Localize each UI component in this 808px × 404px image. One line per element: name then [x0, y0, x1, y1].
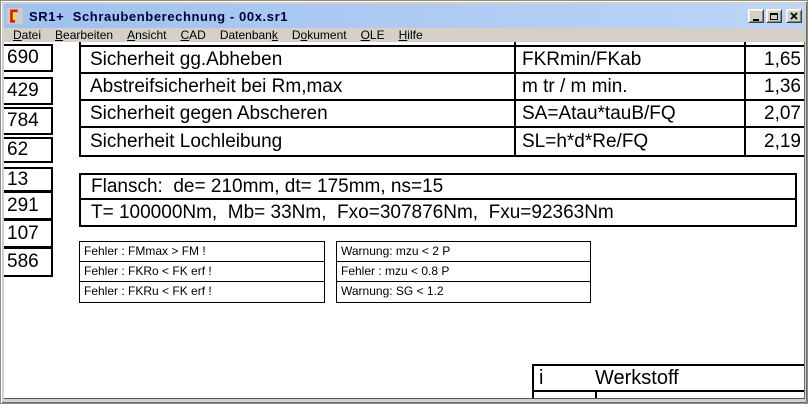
- error-message: Fehler : FKRo < FK erf !: [80, 262, 324, 282]
- left-value-cell: 784: [4, 107, 53, 135]
- maximize-icon: [770, 13, 778, 20]
- menu-item-cad[interactable]: CAD: [173, 28, 212, 42]
- left-value: 13: [7, 169, 28, 191]
- flange-load-line: T= 100000Nm, Mb= 33Nm, Fxo=307876Nm, Fxu…: [81, 200, 795, 225]
- left-value: 62: [7, 139, 28, 161]
- table-row: Sicherheit Lochleibung SL=h*d*Re/FQ 2,19: [81, 128, 805, 155]
- menu-item-datei[interactable]: Datei: [6, 28, 48, 42]
- material-table-header: i Werkstoff: [534, 366, 805, 392]
- left-value: 690: [7, 47, 39, 69]
- left-value-cell: 13: [4, 167, 53, 192]
- safety-results-table: Sicherheit gg.Abheben FKRmin/FKab 1,65 A…: [79, 45, 805, 157]
- error-message: Fehler : FMmax > FM !: [80, 242, 324, 262]
- document-area: 690 429 784 62 13 291 107 586 Sicherheit…: [4, 42, 805, 399]
- flange-info-box: Flansch: de= 210mm, dt= 175mm, ns=15 T= …: [79, 173, 797, 227]
- app-icon: [7, 8, 23, 24]
- warning-message: Warnung: mzu < 2 P: [337, 242, 590, 262]
- result-value: 2,07: [746, 101, 805, 126]
- material-index-cell: [534, 392, 597, 399]
- title-bar: SR1+ Schraubenberechnung - 00x.sr1: [4, 4, 804, 28]
- table-row: Sicherheit gg.Abheben FKRmin/FKab 1,65: [81, 47, 805, 74]
- result-label: Sicherheit gg.Abheben: [81, 47, 516, 72]
- result-value: 1,36: [746, 74, 805, 99]
- menu-item-datenbank[interactable]: Datenbank: [213, 28, 285, 42]
- result-formula: SA=Atau*tauB/FQ: [516, 101, 746, 126]
- left-value: 586: [7, 251, 39, 273]
- left-value: 429: [7, 80, 39, 102]
- close-icon: [790, 12, 798, 20]
- left-value-cell: 107: [4, 219, 53, 248]
- left-value: 291: [7, 195, 39, 217]
- menu-item-bearbeiten[interactable]: Bearbeiten: [48, 28, 120, 42]
- menu-item-dokument[interactable]: Dokument: [285, 28, 354, 42]
- minimize-button[interactable]: [748, 9, 764, 23]
- app-icon-glyph: [8, 9, 22, 23]
- left-value-cell: 690: [4, 44, 53, 72]
- menu-item-ansicht[interactable]: Ansicht: [120, 28, 173, 42]
- menu-item-ole[interactable]: OLE: [354, 28, 392, 42]
- left-value-cell: 586: [4, 247, 53, 277]
- flange-geometry-line: Flansch: de= 210mm, dt= 175mm, ns=15: [81, 175, 795, 200]
- table-row: Abstreifsicherheit bei Rm,max m tr / m m…: [81, 74, 805, 101]
- result-value: 2,19: [746, 128, 805, 155]
- left-value: 107: [7, 223, 39, 245]
- result-value: 1,65: [746, 47, 805, 72]
- result-formula: FKRmin/FKab: [516, 47, 746, 72]
- material-table: i Werkstoff: [532, 364, 805, 399]
- material-index-header: i: [534, 367, 593, 390]
- result-formula: m tr / m min.: [516, 74, 746, 99]
- table-row: Sicherheit gegen Abscheren SA=Atau*tauB/…: [81, 101, 805, 128]
- left-value-cell: 291: [4, 191, 53, 220]
- minimize-icon: [753, 19, 759, 21]
- material-table-partial-row: [534, 392, 805, 399]
- material-name-header: Werkstoff: [593, 367, 679, 390]
- error-message: Fehler : FKRu < FK erf !: [80, 282, 324, 302]
- result-label: Sicherheit Lochleibung: [81, 128, 516, 155]
- close-button[interactable]: [786, 9, 802, 23]
- window-controls: [748, 9, 802, 23]
- app-window: SR1+ Schraubenberechnung - 00x.sr1 Datei…: [0, 0, 808, 404]
- menu-bar: Datei Bearbeiten Ansicht CAD Datenbank D…: [4, 28, 804, 42]
- error-message-box: Fehler : FMmax > FM ! Fehler : FKRo < FK…: [79, 241, 325, 303]
- left-value-cell: 429: [4, 77, 53, 105]
- left-value: 784: [7, 110, 39, 132]
- left-value-cell: 62: [4, 137, 53, 163]
- warning-message-box: Warnung: mzu < 2 P Fehler : mzu < 0.8 P …: [336, 241, 591, 303]
- result-label: Abstreifsicherheit bei Rm,max: [81, 74, 516, 99]
- result-formula: SL=h*d*Re/FQ: [516, 128, 746, 155]
- warning-message: Warnung: SG < 1.2: [337, 282, 590, 302]
- result-label: Sicherheit gegen Abscheren: [81, 101, 516, 126]
- warning-message: Fehler : mzu < 0.8 P: [337, 262, 590, 282]
- menu-item-hilfe[interactable]: Hilfe: [392, 28, 430, 42]
- window-title: SR1+ Schraubenberechnung - 00x.sr1: [29, 9, 748, 24]
- maximize-button[interactable]: [766, 9, 782, 23]
